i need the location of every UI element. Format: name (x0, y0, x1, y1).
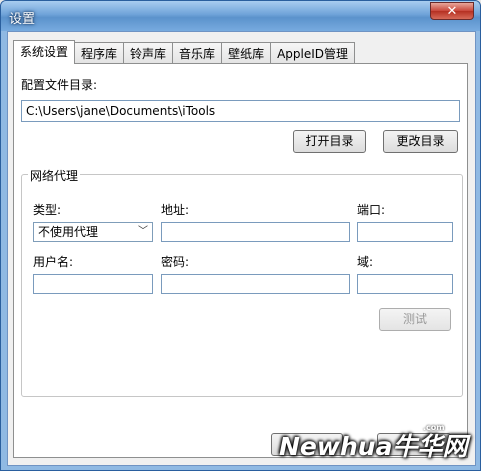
tab-app-library[interactable]: 程序库 (74, 42, 125, 64)
newhua-watermark-suffix: .com (423, 423, 445, 432)
config-dir-field[interactable]: C:\Users\jane\Documents\iTools (21, 100, 460, 122)
change-directory-button[interactable]: 更改目录 (383, 130, 458, 153)
test-proxy-button[interactable]: 测试 (379, 308, 451, 331)
tab-ringtone-library[interactable]: 铃声库 (123, 42, 174, 64)
tab-system-settings[interactable]: 系统设置 (13, 40, 76, 64)
proxy-username-input[interactable] (33, 274, 153, 294)
proxy-address-input[interactable] (161, 222, 350, 242)
proxy-domain-label: 域: (357, 255, 374, 269)
proxy-address-label: 地址: (161, 203, 190, 217)
proxy-password-label: 密码: (161, 255, 190, 269)
proxy-type-value: 不使用代理 (38, 225, 99, 239)
chevron-down-icon[interactable]: ﹀ (136, 225, 150, 239)
proxy-domain-input[interactable] (357, 274, 453, 294)
proxy-username-label: 用户名: (33, 255, 74, 269)
proxy-group-title: 网络代理 (28, 167, 81, 184)
proxy-port-label: 端口: (357, 203, 386, 217)
proxy-type-label: 类型: (33, 203, 62, 217)
tab-appleid-management[interactable]: AppleID管理 (270, 42, 356, 64)
close-icon: ✕ (446, 4, 458, 19)
close-button[interactable]: ✕ (430, 2, 474, 20)
system-settings-panel: 配置文件目录: C:\Users\jane\Documents\iTools 打… (13, 63, 468, 458)
window-title: 设置 (9, 12, 36, 27)
newhua-watermark: Newhua牛华网 (279, 432, 468, 461)
proxy-type-select[interactable]: 不使用代理 ﹀ (33, 222, 153, 242)
open-directory-button[interactable]: 打开目录 (293, 130, 366, 153)
proxy-password-input[interactable] (161, 274, 350, 294)
config-dir-label: 配置文件目录: (21, 78, 98, 92)
proxy-port-input[interactable] (357, 222, 453, 242)
tab-wallpaper-library[interactable]: 壁纸库 (221, 42, 272, 64)
tab-strip: 系统设置 程序库 铃声库 音乐库 壁纸库 AppleID管理 (13, 40, 356, 64)
dialog-client-area: 系统设置 程序库 铃声库 音乐库 壁纸库 AppleID管理 配置文件目录: C… (7, 31, 476, 466)
title-bar[interactable]: 设置 ✕ (1, 1, 480, 31)
proxy-groupbox: 网络代理 类型: 不使用代理 ﹀ 地址: 端口: 用户名: 密码: 域: 测试 (21, 167, 463, 397)
settings-window: 设置 ✕ 系统设置 程序库 铃声库 音乐库 壁纸库 AppleID管理 配置文件… (0, 0, 481, 471)
tab-music-library[interactable]: 音乐库 (172, 42, 223, 64)
